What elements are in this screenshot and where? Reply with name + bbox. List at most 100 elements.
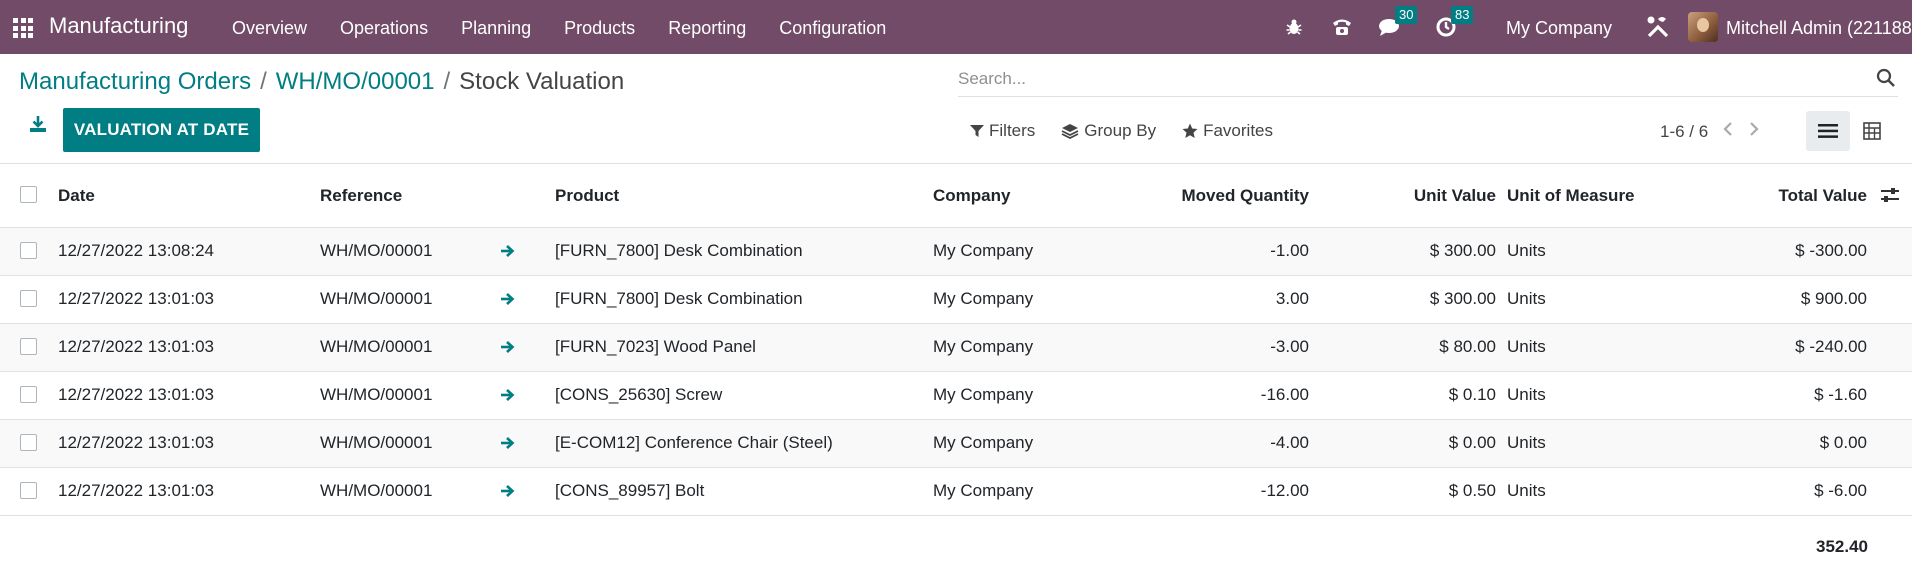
cell-total-value: $ -300.00 — [1795, 241, 1867, 260]
column-unit-of-measure[interactable]: Unit of Measure — [1507, 186, 1635, 206]
row-checkbox[interactable] — [20, 290, 37, 307]
arrow-right-icon — [500, 387, 516, 407]
star-icon — [1182, 123, 1198, 138]
download-icon[interactable] — [28, 114, 52, 138]
cell-moved-quantity: -12.00 — [1260, 481, 1309, 500]
cell-reference: WH/MO/00001 — [320, 481, 433, 500]
table-row[interactable]: 12/27/2022 13:01:03 WH/MO/00001 [CONS_8995… — [0, 468, 1912, 516]
table-row[interactable]: 12/27/2022 13:01:03 WH/MO/00001 [CONS_2563… — [0, 372, 1912, 420]
cell-unit-of-measure: Units — [1507, 241, 1546, 260]
cell-reference: WH/MO/00001 — [320, 385, 433, 404]
group-by-button[interactable]: Group By — [1061, 121, 1156, 141]
table-row[interactable]: 12/27/2022 13:01:03 WH/MO/00001 [FURN_7800… — [0, 276, 1912, 324]
cell-product: [FURN_7023] Wood Panel — [555, 337, 756, 356]
row-checkbox[interactable] — [20, 386, 37, 403]
cell-moved-quantity: 3.00 — [1275, 289, 1309, 308]
table-row[interactable]: 12/27/2022 13:01:03 WH/MO/00001 [E-COM12] … — [0, 420, 1912, 468]
breadcrumb-mo-reference[interactable]: WH/MO/00001 — [276, 68, 435, 96]
company-switcher[interactable]: My Company — [1506, 18, 1612, 39]
cell-unit-of-measure: Units — [1507, 433, 1546, 452]
total-value-sum: 352.40 — [1816, 537, 1868, 556]
cell-company: My Company — [933, 433, 1034, 452]
pager-next-icon[interactable] — [1748, 121, 1760, 142]
cell-unit-value: $ 0.00 — [1448, 433, 1496, 452]
cell-company: My Company — [933, 481, 1034, 500]
menu-item-operations[interactable]: Operations — [340, 18, 428, 39]
cell-company: My Company — [933, 289, 1034, 308]
row-checkbox[interactable] — [20, 482, 37, 499]
search-icon[interactable] — [1876, 68, 1896, 93]
filters-button[interactable]: Filters — [970, 121, 1035, 141]
cell-reference: WH/MO/00001 — [320, 289, 433, 308]
cell-date: 12/27/2022 13:08:24 — [58, 241, 214, 260]
row-checkbox[interactable] — [20, 434, 37, 451]
table-row[interactable]: 12/27/2022 13:08:24 WH/MO/00001 [FURN_7800… — [0, 228, 1912, 276]
group-by-label: Group By — [1084, 121, 1157, 140]
cell-company: My Company — [933, 241, 1034, 260]
tools-icon[interactable] — [1646, 15, 1670, 39]
bug-icon[interactable] — [1282, 15, 1306, 39]
pager-previous-icon[interactable] — [1722, 121, 1734, 142]
column-product[interactable]: Product — [555, 186, 619, 206]
view-switcher — [1806, 111, 1894, 151]
list-view-icon[interactable] — [1806, 111, 1850, 151]
main-menu: Overview Operations Planning Products Re… — [232, 18, 919, 39]
user-avatar[interactable] — [1688, 12, 1718, 42]
cell-date: 12/27/2022 13:01:03 — [58, 289, 214, 308]
column-total-value[interactable]: Total Value — [1779, 186, 1868, 206]
breadcrumb-manufacturing-orders[interactable]: Manufacturing Orders — [19, 68, 251, 96]
cell-reference: WH/MO/00001 — [320, 241, 433, 260]
breadcrumb-separator: / — [443, 68, 451, 95]
activities-count-badge: 83 — [1451, 6, 1474, 24]
search-input[interactable] — [958, 64, 1898, 94]
app-grid-icon[interactable] — [13, 18, 33, 38]
cell-unit-value: $ 0.10 — [1448, 385, 1496, 404]
table-header: Date Reference Product Company Moved Qua… — [0, 164, 1912, 228]
table-row[interactable]: 12/27/2022 13:01:03 WH/MO/00001 [FURN_7023… — [0, 324, 1912, 372]
cell-product: [FURN_7800] Desk Combination — [555, 289, 803, 308]
cell-unit-value: $ 300.00 — [1429, 289, 1496, 308]
messages-icon[interactable]: 30 — [1378, 6, 1418, 39]
cell-date: 12/27/2022 13:01:03 — [58, 481, 214, 500]
menu-item-reporting[interactable]: Reporting — [668, 18, 746, 39]
column-date[interactable]: Date — [58, 186, 95, 206]
cell-total-value: $ -1.60 — [1814, 385, 1867, 404]
cell-date: 12/27/2022 13:01:03 — [58, 385, 214, 404]
phone-icon[interactable] — [1330, 15, 1354, 39]
pivot-view-icon[interactable] — [1850, 111, 1894, 151]
menu-item-configuration[interactable]: Configuration — [779, 18, 886, 39]
arrow-right-icon — [500, 435, 516, 455]
cell-moved-quantity: -1.00 — [1270, 241, 1309, 260]
cell-moved-quantity: -3.00 — [1270, 337, 1309, 356]
column-moved-quantity[interactable]: Moved Quantity — [1181, 186, 1309, 206]
favorites-button[interactable]: Favorites — [1182, 121, 1273, 141]
cell-unit-of-measure: Units — [1507, 481, 1546, 500]
user-menu[interactable]: Mitchell Admin (22118808-16-0-all) — [1726, 18, 1912, 39]
pager-range[interactable]: 1-6 / 6 — [1660, 122, 1708, 142]
app-name[interactable]: Manufacturing — [49, 13, 188, 39]
arrow-right-icon — [500, 483, 516, 503]
cell-total-value: $ 900.00 — [1800, 289, 1867, 308]
row-checkbox[interactable] — [20, 338, 37, 355]
arrow-right-icon — [500, 243, 516, 263]
cell-company: My Company — [933, 337, 1034, 356]
cell-total-value: $ -240.00 — [1795, 337, 1867, 356]
optional-columns-icon[interactable] — [1880, 187, 1900, 208]
column-reference[interactable]: Reference — [320, 186, 402, 206]
column-company[interactable]: Company — [933, 186, 1010, 206]
row-checkbox[interactable] — [20, 242, 37, 259]
menu-item-planning[interactable]: Planning — [461, 18, 531, 39]
cell-unit-value: $ 80.00 — [1439, 337, 1496, 356]
select-all-checkbox[interactable] — [20, 186, 37, 203]
cell-unit-of-measure: Units — [1507, 385, 1546, 404]
cell-unit-value: $ 300.00 — [1429, 241, 1496, 260]
cell-date: 12/27/2022 13:01:03 — [58, 433, 214, 452]
valuation-at-date-button[interactable]: VALUATION AT DATE — [63, 108, 260, 152]
menu-item-products[interactable]: Products — [564, 18, 635, 39]
search-options: Filters Group By Favorites — [970, 121, 1299, 141]
activities-icon[interactable]: 83 — [1434, 6, 1474, 39]
arrow-right-icon — [500, 339, 516, 359]
column-unit-value[interactable]: Unit Value — [1414, 186, 1496, 206]
menu-item-overview[interactable]: Overview — [232, 18, 307, 39]
cell-reference: WH/MO/00001 — [320, 337, 433, 356]
